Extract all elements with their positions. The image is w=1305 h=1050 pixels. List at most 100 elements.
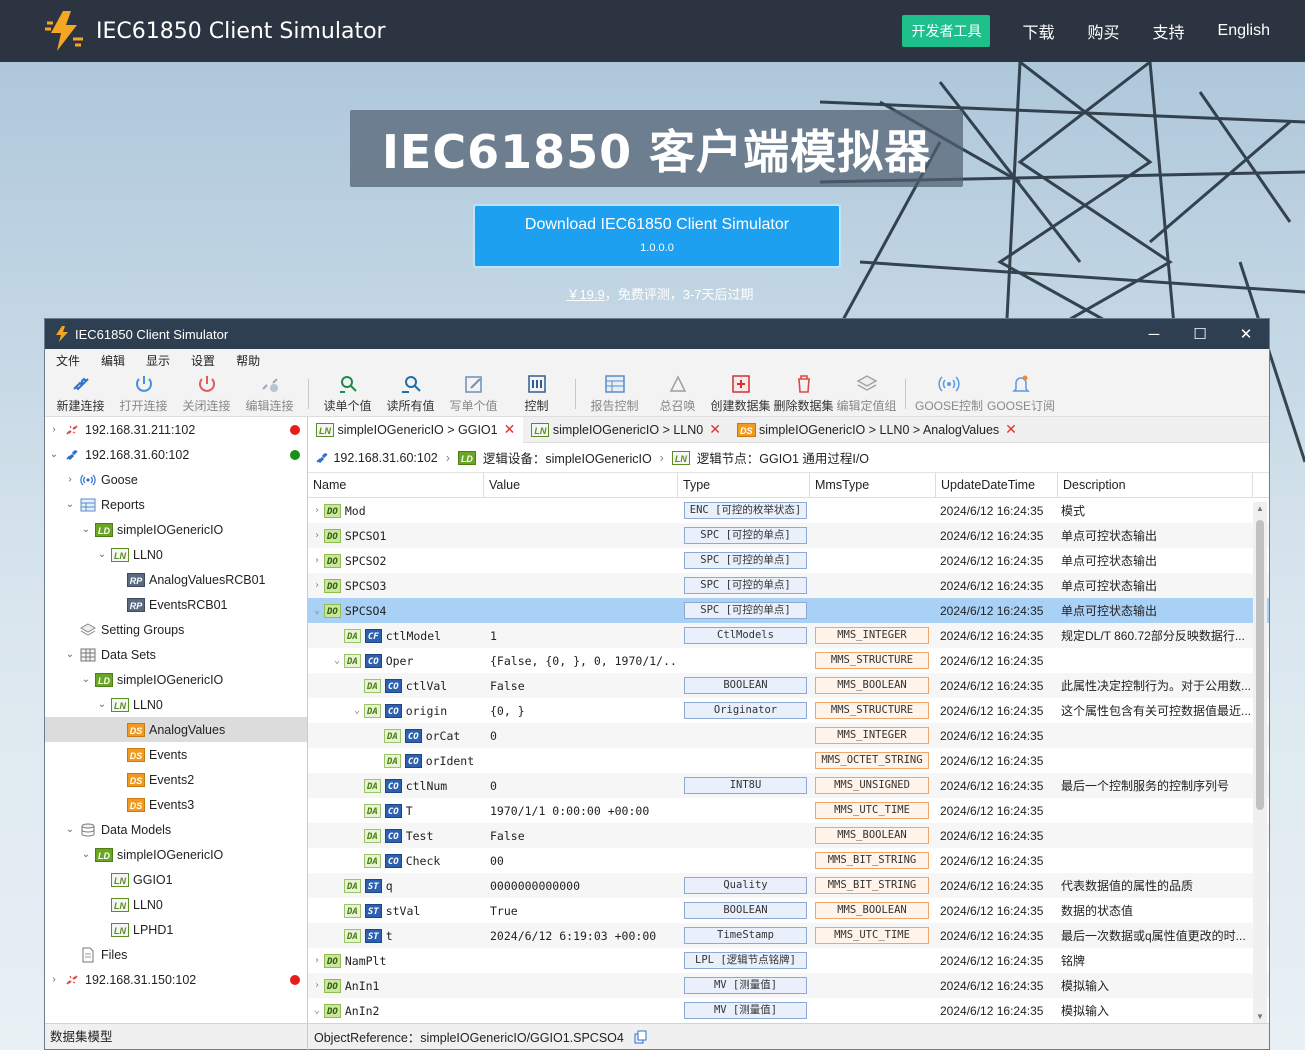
menu-file[interactable]: 文件 bbox=[56, 352, 80, 369]
tree-item-events3[interactable]: DS Events3 bbox=[45, 792, 307, 817]
tree-item-files[interactable]: Files bbox=[45, 942, 307, 967]
price-link[interactable]: ￥19.9 bbox=[566, 287, 604, 302]
tree-item-simpleiogenericio[interactable]: ⌄ LD simpleIOGenericIO bbox=[45, 667, 307, 692]
goose-subscribe-button[interactable]: GOOSE订阅 bbox=[985, 371, 1057, 414]
table-row[interactable]: › DO AnIn1 MV [测量值] 2024/6/12 16:24:35 模拟输入 bbox=[308, 973, 1269, 998]
col-mmstype[interactable]: MmsType bbox=[810, 472, 936, 498]
chevron-right-icon[interactable]: › bbox=[310, 505, 324, 516]
tab-ggio1[interactable]: LN simpleIOGenericIO > GGIO1 ✕ bbox=[308, 416, 524, 443]
table-row[interactable]: › DO Mod ENC [可控的枚举状态] 2024/6/12 16:24:35 模式 bbox=[308, 498, 1269, 523]
read-single-button[interactable]: 读单个值 bbox=[316, 371, 379, 414]
chevron-down-icon[interactable]: ⌄ bbox=[95, 549, 109, 560]
tree-item-events2[interactable]: DS Events2 bbox=[45, 767, 307, 792]
table-row[interactable]: DA ST q 0000000000000 Quality MMS_BIT_STRING 2… bbox=[308, 873, 1269, 898]
tree-item-lln0[interactable]: LN LLN0 bbox=[45, 892, 307, 917]
close-connection-button[interactable]: 关闭连接 bbox=[175, 371, 238, 414]
chevron-down-icon[interactable]: ⌄ bbox=[79, 674, 93, 685]
site-title[interactable]: IEC61850 Client Simulator bbox=[96, 19, 386, 44]
table-row[interactable]: › DO SPCSO1 SPC [可控的单点] 2024/6/12 16:24:35 单点… bbox=[308, 523, 1269, 548]
col-name[interactable]: Name bbox=[308, 472, 484, 498]
table-row[interactable]: ⌄ DA CO origin {0, } Originator MMS_STRUCTURE 2… bbox=[308, 698, 1269, 723]
table-row[interactable]: DA CO Check 00 MMS_BIT_STRING 2024/6/12 16:24… bbox=[308, 848, 1269, 873]
chevron-right-icon[interactable]: › bbox=[310, 955, 324, 966]
tree-item-ggio1[interactable]: LN GGIO1 bbox=[45, 867, 307, 892]
menu-help[interactable]: 帮助 bbox=[236, 352, 260, 369]
chevron-down-icon[interactable]: ⌄ bbox=[310, 605, 324, 616]
table-row[interactable]: DA CO orIdent MMS_OCTET_STRING 2024/6/12 16:… bbox=[308, 748, 1269, 773]
tree-item-analogvaluesrcb01[interactable]: RP AnalogValuesRCB01 bbox=[45, 567, 307, 592]
dev-tools-button[interactable]: 开发者工具 bbox=[902, 15, 991, 47]
chevron-down-icon[interactable]: ⌄ bbox=[95, 699, 109, 710]
chevron-right-icon[interactable]: › bbox=[310, 580, 324, 591]
chevron-down-icon[interactable]: ⌄ bbox=[350, 705, 364, 716]
table-row[interactable]: DA CF ctlModel 1 CtlModels MMS_INTEGER 2024/6/… bbox=[308, 623, 1269, 648]
window-titlebar[interactable]: IEC61850 Client Simulator ─ ☐ ✕ bbox=[45, 319, 1269, 349]
chevron-right-icon[interactable]: › bbox=[47, 974, 61, 985]
tab-lln0[interactable]: LN simpleIOGenericIO > LLN0 ✕ bbox=[523, 417, 729, 443]
chevron-right-icon[interactable]: › bbox=[310, 530, 324, 541]
write-single-button[interactable]: 写单个值 bbox=[442, 371, 505, 414]
tree-item-lln0[interactable]: ⌄ LN LLN0 bbox=[45, 542, 307, 567]
create-dataset-button[interactable]: 创建数据集 bbox=[709, 371, 772, 414]
tree-item-data-sets[interactable]: ⌄ Data Sets bbox=[45, 642, 307, 667]
tree-item-data-models[interactable]: ⌄ Data Models bbox=[45, 817, 307, 842]
goose-control-button[interactable]: GOOSE控制 bbox=[913, 371, 985, 414]
close-button[interactable]: ✕ bbox=[1223, 319, 1269, 349]
control-button[interactable]: 控制 bbox=[505, 371, 568, 414]
nav-support-link[interactable]: 支持 bbox=[1153, 19, 1185, 43]
delete-dataset-button[interactable]: 删除数据集 bbox=[772, 371, 835, 414]
table-row[interactable]: DA CO orCat 0 MMS_INTEGER 2024/6/12 16:24:35 bbox=[308, 723, 1269, 748]
menu-edit[interactable]: 编辑 bbox=[101, 352, 125, 369]
copy-icon[interactable] bbox=[634, 1030, 648, 1044]
nav-download-link[interactable]: 下载 bbox=[1022, 19, 1054, 43]
breadcrumb-connection[interactable]: 192.168.31.60:102 bbox=[333, 451, 437, 465]
chevron-down-icon[interactable]: ⌄ bbox=[79, 849, 93, 860]
general-interrogation-button[interactable]: 总召唤 bbox=[646, 371, 709, 414]
report-control-button[interactable]: 报告控制 bbox=[583, 371, 646, 414]
tree-item-goose[interactable]: › Goose bbox=[45, 467, 307, 492]
chevron-right-icon[interactable]: › bbox=[310, 980, 324, 991]
chevron-down-icon[interactable]: ⌄ bbox=[47, 449, 61, 460]
chevron-right-icon[interactable]: › bbox=[47, 424, 61, 435]
table-row[interactable]: DA CO Test False MMS_BOOLEAN 2024/6/12 16:24:… bbox=[308, 823, 1269, 848]
menu-view[interactable]: 显示 bbox=[146, 352, 170, 369]
tab-close-icon[interactable]: ✕ bbox=[709, 421, 721, 438]
chevron-down-icon[interactable]: ⌄ bbox=[310, 1005, 324, 1016]
logo-icon[interactable] bbox=[43, 9, 87, 53]
col-value[interactable]: Value bbox=[484, 472, 678, 498]
scroll-thumb[interactable] bbox=[1256, 520, 1264, 810]
tree-item-lphd1[interactable]: LN LPHD1 bbox=[45, 917, 307, 942]
table-row[interactable]: ⌄ DA CO Oper {False, {0, }, 0, 1970/1/... MMS… bbox=[308, 648, 1269, 673]
tab-close-icon[interactable]: ✕ bbox=[1005, 421, 1017, 438]
vertical-scrollbar[interactable]: ▲ ▼ bbox=[1253, 502, 1267, 1023]
table-row[interactable]: DA ST t 2024/6/12 6:19:03 +00:00 TimeStamp MM… bbox=[308, 923, 1269, 948]
new-connection-button[interactable]: 新建连接 bbox=[49, 371, 112, 414]
scroll-up-icon[interactable]: ▲ bbox=[1253, 504, 1267, 513]
tree-item-192-168-31-211-102[interactable]: › 192.168.31.211:102 bbox=[45, 417, 307, 442]
breadcrumb-ld[interactable]: 逻辑设备：simpleIOGenericIO bbox=[483, 448, 652, 467]
menu-settings[interactable]: 设置 bbox=[191, 352, 215, 369]
tree-item-192-168-31-150-102[interactable]: › 192.168.31.150:102 bbox=[45, 967, 307, 992]
download-button[interactable]: Download IEC61850 Client Simulator 1.0.0… bbox=[473, 204, 841, 268]
table-row[interactable]: ⌄ DO AnIn2 MV [测量值] 2024/6/12 16:24:35 模拟输入 bbox=[308, 998, 1269, 1023]
chevron-right-icon[interactable]: › bbox=[310, 555, 324, 566]
minimize-button[interactable]: ─ bbox=[1131, 319, 1177, 349]
col-updatetime[interactable]: UpdateDateTime bbox=[936, 472, 1058, 498]
tab-close-icon[interactable]: ✕ bbox=[504, 421, 516, 438]
chevron-right-icon[interactable]: › bbox=[63, 474, 77, 485]
table-row[interactable]: ⌄ DO SPCSO4 SPC [可控的单点] 2024/6/12 16:24:35 单点… bbox=[308, 598, 1269, 623]
tree-item-lln0[interactable]: ⌄ LN LLN0 bbox=[45, 692, 307, 717]
col-type[interactable]: Type bbox=[678, 472, 810, 498]
edit-setting-group-button[interactable]: 编辑定值组 bbox=[835, 371, 898, 414]
tree-item-analogvalues[interactable]: DS AnalogValues bbox=[45, 717, 307, 742]
nav-buy-link[interactable]: 购买 bbox=[1087, 19, 1119, 43]
table-row[interactable]: DA CO ctlVal False BOOLEAN MMS_BOOLEAN 2024/6/… bbox=[308, 673, 1269, 698]
chevron-down-icon[interactable]: ⌄ bbox=[63, 649, 77, 660]
chevron-down-icon[interactable]: ⌄ bbox=[79, 524, 93, 535]
tree-item-192-168-31-60-102[interactable]: ⌄ 192.168.31.60:102 bbox=[45, 442, 307, 467]
tree-item-eventsrcb01[interactable]: RP EventsRCB01 bbox=[45, 592, 307, 617]
edit-connection-button[interactable]: 编辑连接 bbox=[238, 371, 301, 414]
tree-item-reports[interactable]: ⌄ Reports bbox=[45, 492, 307, 517]
maximize-button[interactable]: ☐ bbox=[1177, 319, 1223, 349]
table-row[interactable]: › DO SPCSO2 SPC [可控的单点] 2024/6/12 16:24:35 单点… bbox=[308, 548, 1269, 573]
